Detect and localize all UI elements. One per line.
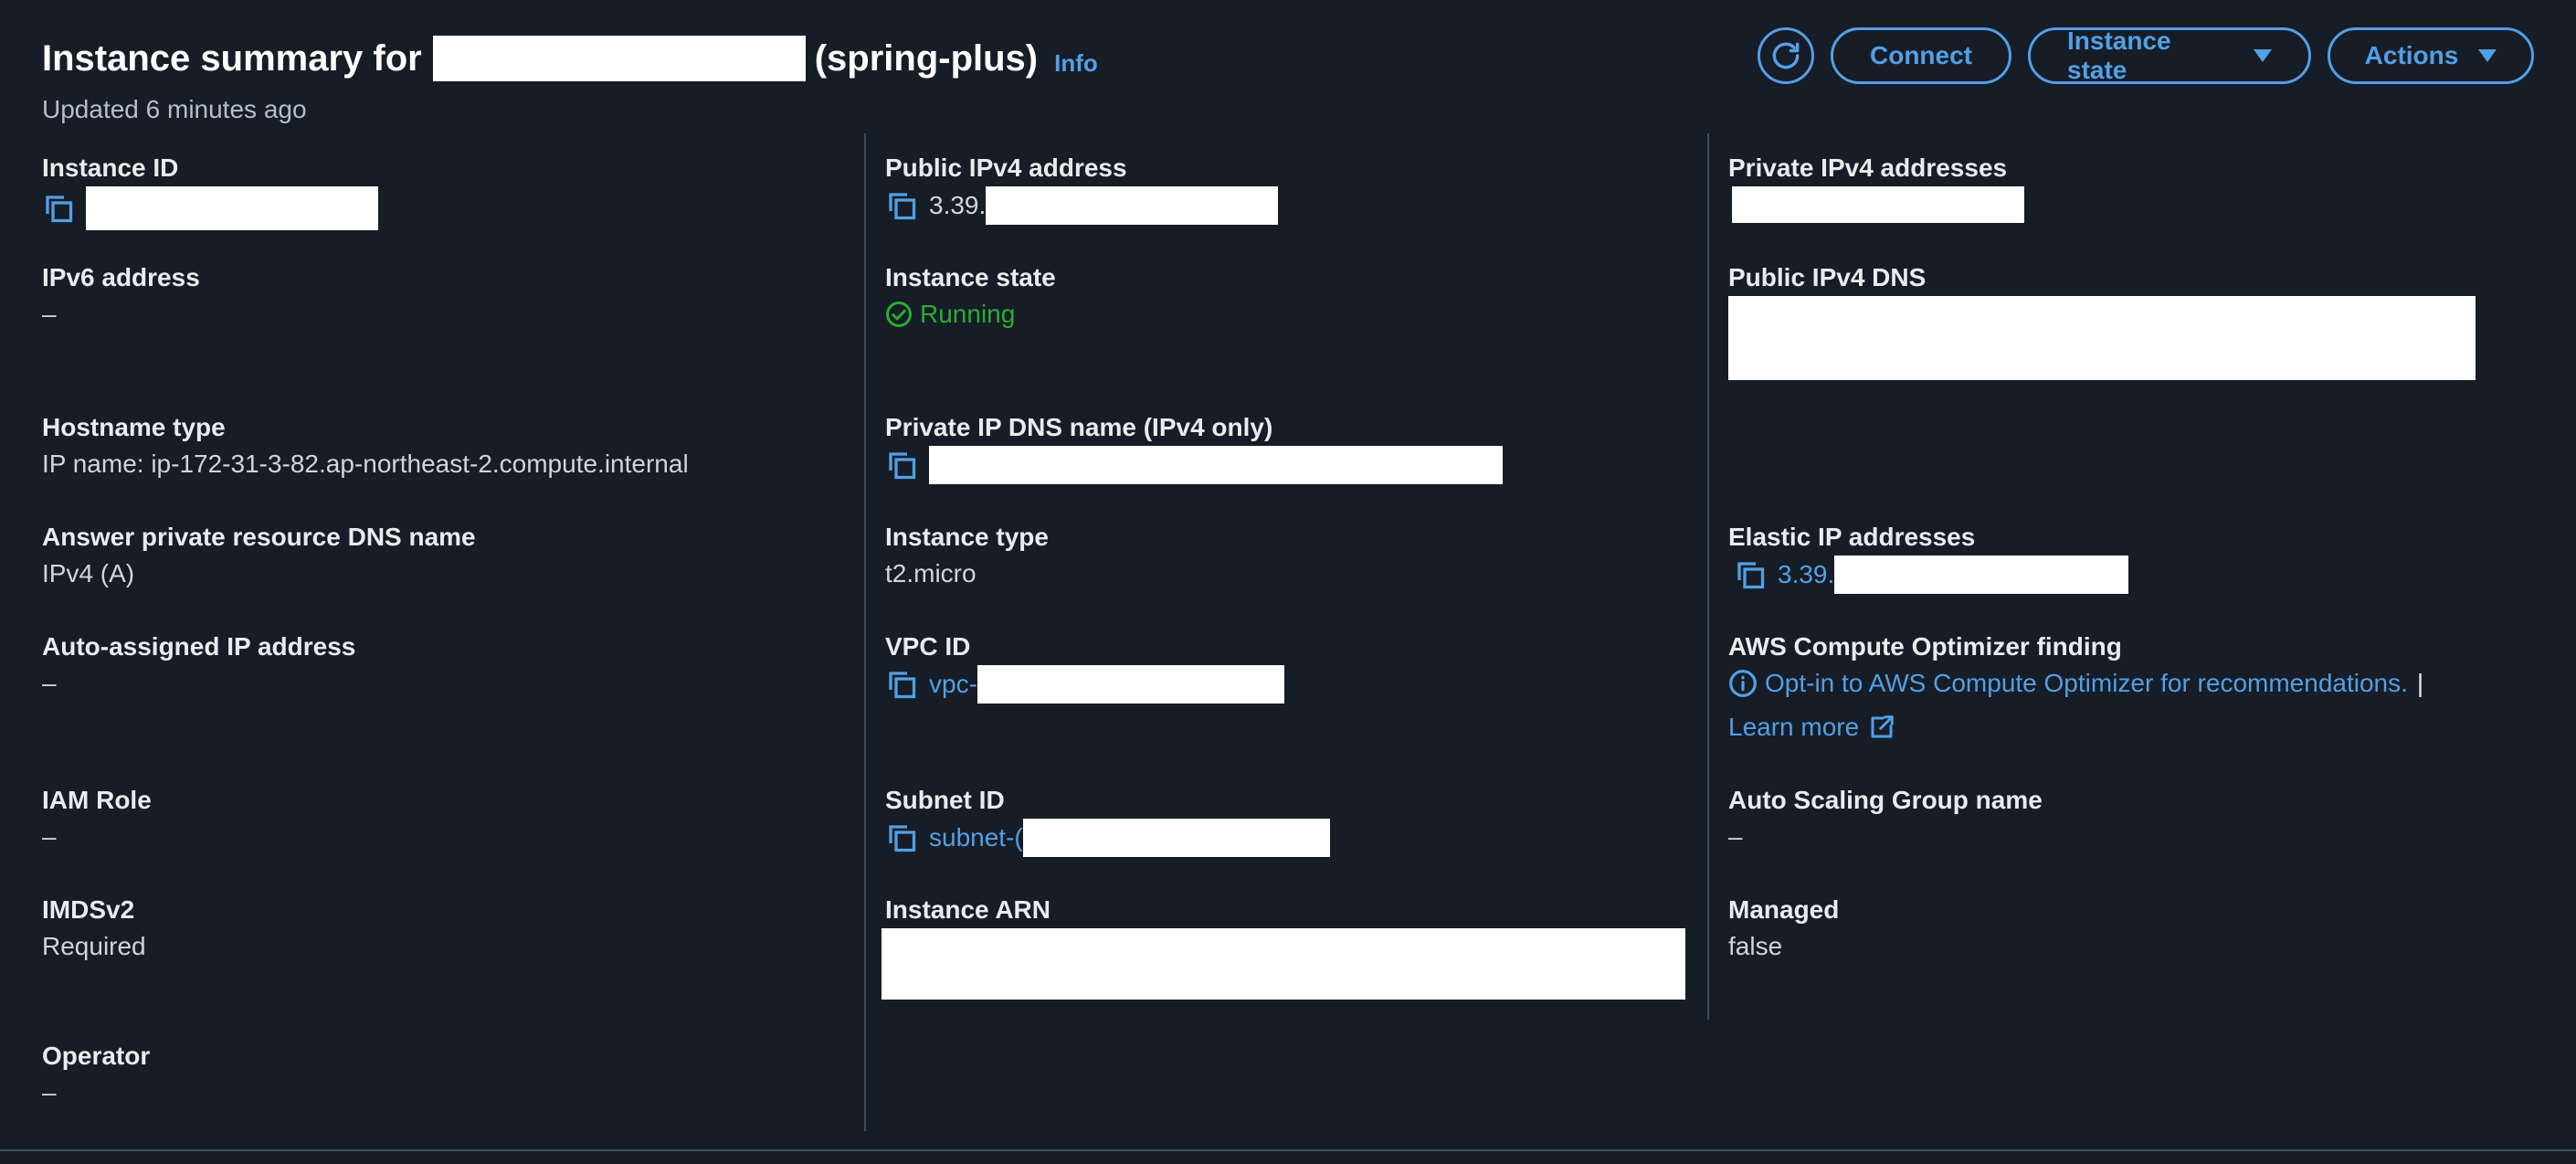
refresh-icon — [1772, 42, 1800, 69]
field-label: VPC ID — [885, 632, 971, 661]
field-subnet-id: Subnet ID subnet-( — [885, 784, 1330, 857]
instance-summary-panel: Instance summary for (spring-plus) Info … — [0, 0, 2576, 1164]
field-value: – — [42, 300, 57, 328]
elastic-ip-link[interactable]: 3.39. — [1778, 556, 1834, 593]
connect-button[interactable]: Connect — [1831, 27, 2011, 84]
field-label: AWS Compute Optimizer finding — [1728, 632, 2122, 661]
field-label: Auto-assigned IP address — [42, 632, 356, 661]
column-divider — [1707, 133, 1709, 1020]
field-managed: Managed false — [1728, 894, 1839, 965]
copy-icon[interactable] — [885, 821, 918, 854]
field-imdsv2: IMDSv2 Required — [42, 894, 146, 965]
field-value: – — [42, 1078, 57, 1106]
field-operator: Operator – — [42, 1040, 150, 1111]
redacted-elastic-ip — [1834, 556, 2129, 594]
instance-state-dropdown[interactable]: Instance state — [2028, 26, 2311, 84]
header-actions: Connect Instance state Actions — [1758, 26, 2534, 84]
title-prefix: Instance summary for — [42, 37, 422, 79]
actions-dropdown[interactable]: Actions — [2328, 27, 2534, 84]
check-circle-icon — [886, 302, 912, 327]
field-label: Subnet ID — [885, 786, 1005, 814]
field-hostname-type: Hostname type IP name: ip-172-31-3-82.ap… — [42, 411, 689, 482]
field-label: Instance ID — [42, 153, 179, 182]
field-label: Hostname type — [42, 413, 226, 441]
field-instance-state: Instance state Running — [885, 261, 1056, 333]
field-private-ip-dns: Private IP DNS name (IPv4 only) — [885, 411, 1503, 484]
field-label: Private IPv4 addresses — [1728, 153, 2008, 182]
field-private-ipv4-addresses: Private IPv4 addresses — [1728, 152, 2024, 223]
field-answer-private-dns: Answer private resource DNS name IPv4 (A… — [42, 521, 476, 592]
info-link[interactable]: Info — [1054, 49, 1098, 78]
instance-state-value: Running — [920, 300, 1016, 328]
subnet-id-link[interactable]: subnet-( — [929, 820, 1023, 856]
field-value: false — [1728, 932, 1783, 960]
field-label: IAM Role — [42, 786, 152, 814]
field-instance-arn: Instance ARN — [882, 894, 1685, 1000]
actions-button-label: Actions — [2364, 41, 2459, 69]
copy-icon[interactable] — [885, 449, 918, 481]
page-title: Instance summary for (spring-plus) Info — [42, 27, 1098, 90]
copy-icon[interactable] — [42, 192, 75, 225]
field-label: Instance type — [885, 523, 1049, 551]
field-ipv6-address: IPv6 address – — [42, 261, 200, 333]
field-value: t2.micro — [885, 559, 977, 587]
field-label: Private IP DNS name (IPv4 only) — [885, 413, 1273, 441]
field-public-ipv4-address: Public IPv4 address 3.39. — [885, 152, 1279, 225]
panel-bottom-border — [0, 1149, 2576, 1151]
external-link-icon[interactable] — [1868, 714, 1895, 741]
redacted-instance-id — [86, 186, 378, 230]
info-circle-icon — [1729, 670, 1757, 697]
field-label: Instance ARN — [885, 895, 1051, 924]
field-vpc-id: VPC ID vpc- — [885, 630, 1284, 704]
caret-down-icon — [2478, 49, 2497, 62]
compute-optimizer-opt-in-link[interactable]: Opt-in to AWS Compute Optimizer for reco… — [1765, 665, 2408, 702]
field-label: IPv6 address — [42, 263, 200, 291]
copy-icon[interactable] — [1734, 558, 1767, 591]
learn-more-link[interactable]: Learn more — [1728, 709, 1859, 746]
field-label: IMDSv2 — [42, 895, 135, 924]
redacted-private-ipv4 — [1732, 186, 2024, 223]
field-label: Public IPv4 address — [885, 153, 1127, 182]
redacted-ip — [986, 186, 1279, 225]
redacted-public-dns — [1728, 296, 2476, 380]
field-value: – — [1728, 822, 1743, 851]
copy-icon[interactable] — [885, 668, 918, 701]
title-suffix: (spring-plus) — [814, 37, 1039, 79]
field-label: Elastic IP addresses — [1728, 523, 1976, 551]
redacted-vpc-id — [977, 665, 1284, 704]
field-value: IPv4 (A) — [42, 559, 135, 587]
field-instance-type: Instance type t2.micro — [885, 521, 1049, 592]
updated-timestamp: Updated 6 minutes ago — [42, 95, 307, 123]
column-divider — [864, 133, 866, 1131]
field-auto-assigned-ip: Auto-assigned IP address – — [42, 630, 355, 702]
redacted-private-dns — [929, 446, 1503, 484]
field-value: IP name: ip-172-31-3-82.ap-northeast-2.c… — [42, 450, 689, 478]
separator: | — [2416, 669, 2424, 697]
caret-down-icon — [2254, 49, 2272, 62]
field-compute-optimizer: AWS Compute Optimizer finding Opt-in to … — [1728, 630, 2423, 746]
field-instance-id: Instance ID — [42, 152, 378, 230]
field-label: Managed — [1728, 895, 1840, 924]
field-label: Instance state — [885, 263, 1056, 291]
field-value: Required — [42, 932, 146, 960]
field-label: Public IPv4 DNS — [1728, 263, 1927, 291]
field-label: Auto Scaling Group name — [1728, 786, 2043, 814]
redacted-instance-name — [432, 36, 806, 81]
copy-icon[interactable] — [885, 189, 918, 222]
field-auto-scaling-group: Auto Scaling Group name – — [1728, 784, 2043, 855]
field-elastic-ip-addresses: Elastic IP addresses 3.39. — [1728, 521, 2129, 594]
refresh-button[interactable] — [1758, 27, 1814, 84]
instance-state-button-label: Instance state — [2067, 26, 2171, 84]
vpc-id-link[interactable]: vpc- — [929, 666, 977, 703]
field-public-ipv4-dns: Public IPv4 DNS — [1728, 261, 2476, 380]
redacted-subnet-id — [1022, 819, 1330, 857]
redacted-instance-arn — [882, 928, 1685, 1000]
field-label: Operator — [42, 1042, 151, 1070]
field-iam-role: IAM Role – — [42, 784, 152, 855]
field-label: Answer private resource DNS name — [42, 523, 476, 551]
field-value: – — [42, 669, 57, 697]
field-value: – — [42, 822, 57, 851]
public-ipv4-value[interactable]: 3.39. — [929, 187, 986, 224]
